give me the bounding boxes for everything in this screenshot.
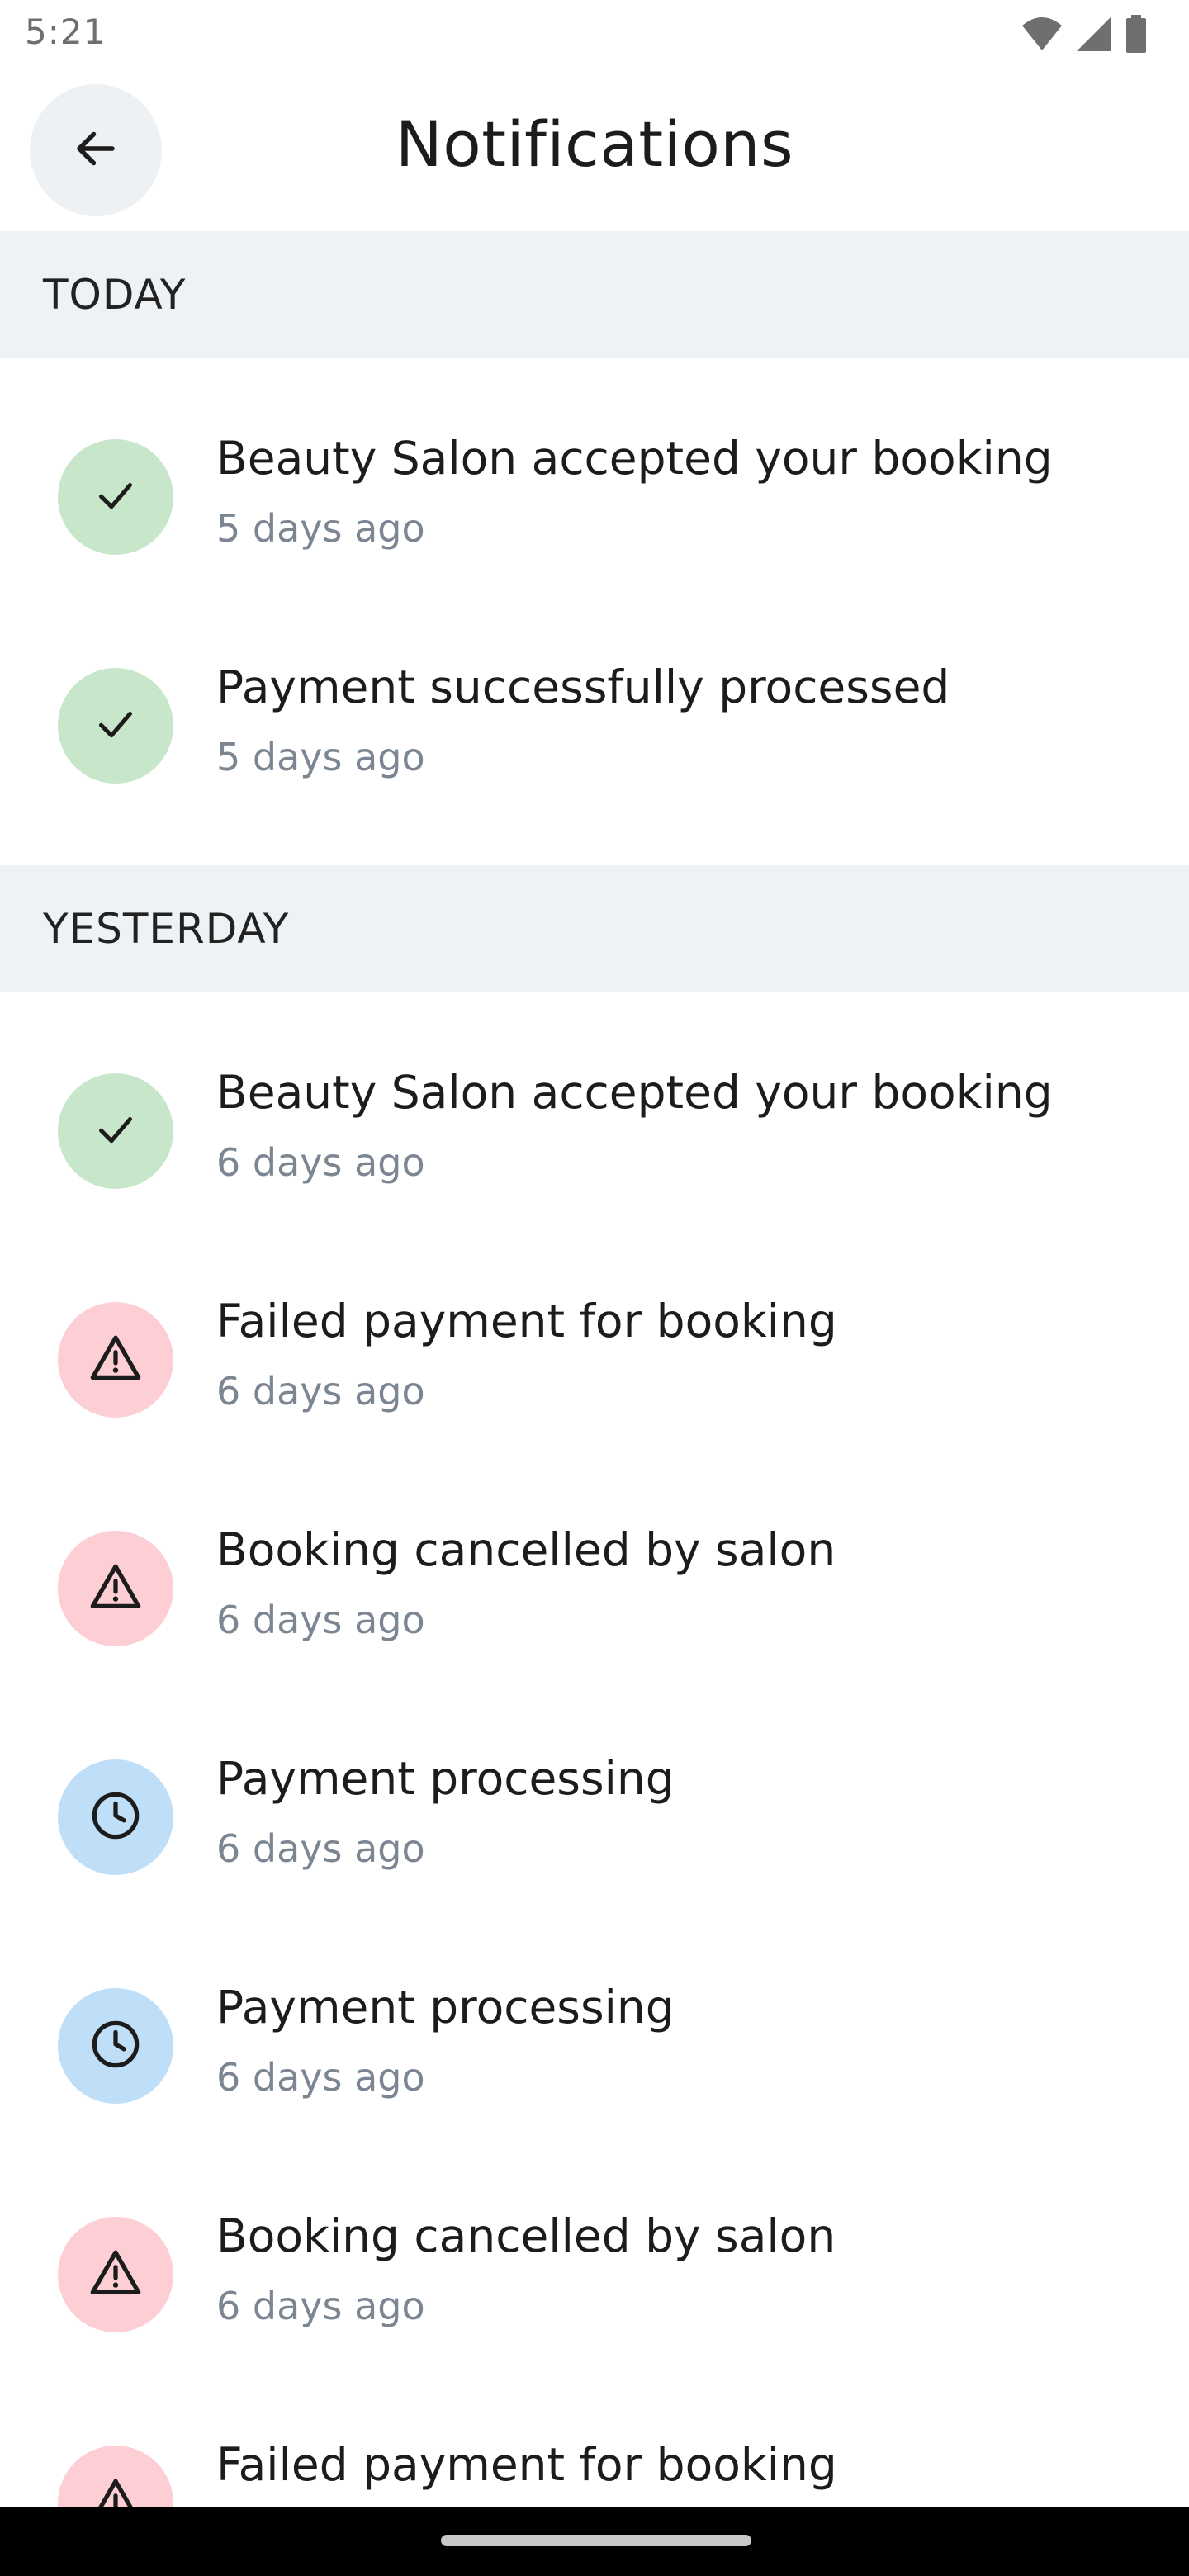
cellular-signal-icon — [1075, 15, 1113, 56]
notification-timestamp: 6 days ago — [216, 1369, 425, 1413]
notification-text: Beauty Salon accepted your booking 6 days… — [216, 1063, 1156, 1186]
notification-title: Failed payment for booking — [216, 2438, 837, 2491]
status-bar: 5:21 — [0, 0, 1189, 69]
notification-timestamp: 6 days ago — [216, 1826, 425, 1871]
notification-title: Beauty Salon accepted your booking — [216, 1066, 1053, 1119]
notification-timestamp: 5 days ago — [216, 506, 425, 551]
notification-item[interactable]: Beauty Salon accepted your booking 6 days… — [0, 1017, 1189, 1246]
check-icon — [91, 471, 140, 523]
notification-title: Booking cancelled by salon — [216, 1523, 836, 1576]
notification-timestamp: 6 days ago — [216, 1140, 425, 1185]
warning-icon — [87, 1558, 144, 1619]
clock-icon — [87, 1787, 144, 1848]
warning-icon — [87, 2244, 144, 2305]
notification-title: Booking cancelled by salon — [216, 2209, 836, 2262]
check-icon — [91, 1105, 140, 1158]
app-header: Notifications — [0, 69, 1189, 231]
notification-item[interactable]: Payment processing 6 days ago — [0, 1932, 1189, 2161]
notification-title: Payment processing — [216, 1752, 675, 1805]
section-header-today: TODAY — [0, 231, 1189, 358]
status-icons — [1021, 15, 1148, 56]
notification-item[interactable]: Beauty Salon accepted your booking 5 days… — [0, 383, 1189, 612]
status-time: 5:21 — [25, 12, 107, 52]
system-nav-bar — [0, 2507, 1189, 2576]
notification-item[interactable]: Payment successfully processed 5 days ago — [0, 612, 1189, 841]
clock-icon — [87, 2015, 144, 2076]
page-title: Notifications — [395, 107, 794, 181]
check-icon — [91, 699, 140, 752]
status-badge — [58, 1302, 173, 1418]
status-badge — [58, 1531, 173, 1646]
status-badge — [58, 439, 173, 555]
notification-text: Failed payment for booking 6 days ago — [216, 1292, 1156, 1414]
section-header-yesterday: YESTERDAY — [0, 865, 1189, 992]
status-badge — [58, 1759, 173, 1875]
notification-text: Beauty Salon accepted your booking 5 days… — [216, 429, 1156, 552]
notification-title: Payment processing — [216, 1981, 675, 2034]
notification-timestamp: 6 days ago — [216, 2055, 425, 2100]
notification-text: Payment processing 6 days ago — [216, 1978, 1156, 2100]
notification-text: Booking cancelled by salon 6 days ago — [216, 2207, 1156, 2329]
wifi-icon — [1021, 16, 1063, 55]
notification-item[interactable]: Failed payment for booking 6 days ago — [0, 1246, 1189, 1475]
notification-title: Failed payment for booking — [216, 1295, 837, 1347]
notification-title: Beauty Salon accepted your booking — [216, 432, 1053, 485]
status-badge — [58, 1988, 173, 2104]
notification-item[interactable]: Booking cancelled by salon 6 days ago — [0, 2161, 1189, 2389]
notification-timestamp: 5 days ago — [216, 735, 425, 779]
notification-timestamp: 6 days ago — [216, 1598, 425, 1642]
notification-item[interactable]: Payment processing 6 days ago — [0, 1703, 1189, 1932]
home-indicator[interactable] — [441, 2535, 751, 2546]
notification-item[interactable]: Booking cancelled by salon 6 days ago — [0, 1475, 1189, 1703]
notification-title: Payment successfully processed — [216, 661, 950, 713]
notification-list: Beauty Salon accepted your booking 5 days… — [0, 358, 1189, 865]
notification-text: Payment successfully processed 5 days ago — [216, 658, 1156, 780]
notification-text: Booking cancelled by salon 6 days ago — [216, 1521, 1156, 1643]
status-badge — [58, 668, 173, 784]
status-badge — [58, 1073, 173, 1189]
notifications-screen: 5:21 Notifications TODAY Beauty Salon ac… — [0, 0, 1189, 2576]
battery-icon — [1125, 15, 1148, 56]
notification-timestamp: 6 days ago — [216, 2284, 425, 2328]
notification-text: Payment processing 6 days ago — [216, 1750, 1156, 1872]
warning-icon — [87, 1329, 144, 1390]
notification-list: Beauty Salon accepted your booking 6 days… — [0, 992, 1189, 2576]
notifications-content: TODAY Beauty Salon accepted your booking 5… — [0, 231, 1189, 2576]
status-badge — [58, 2217, 173, 2332]
